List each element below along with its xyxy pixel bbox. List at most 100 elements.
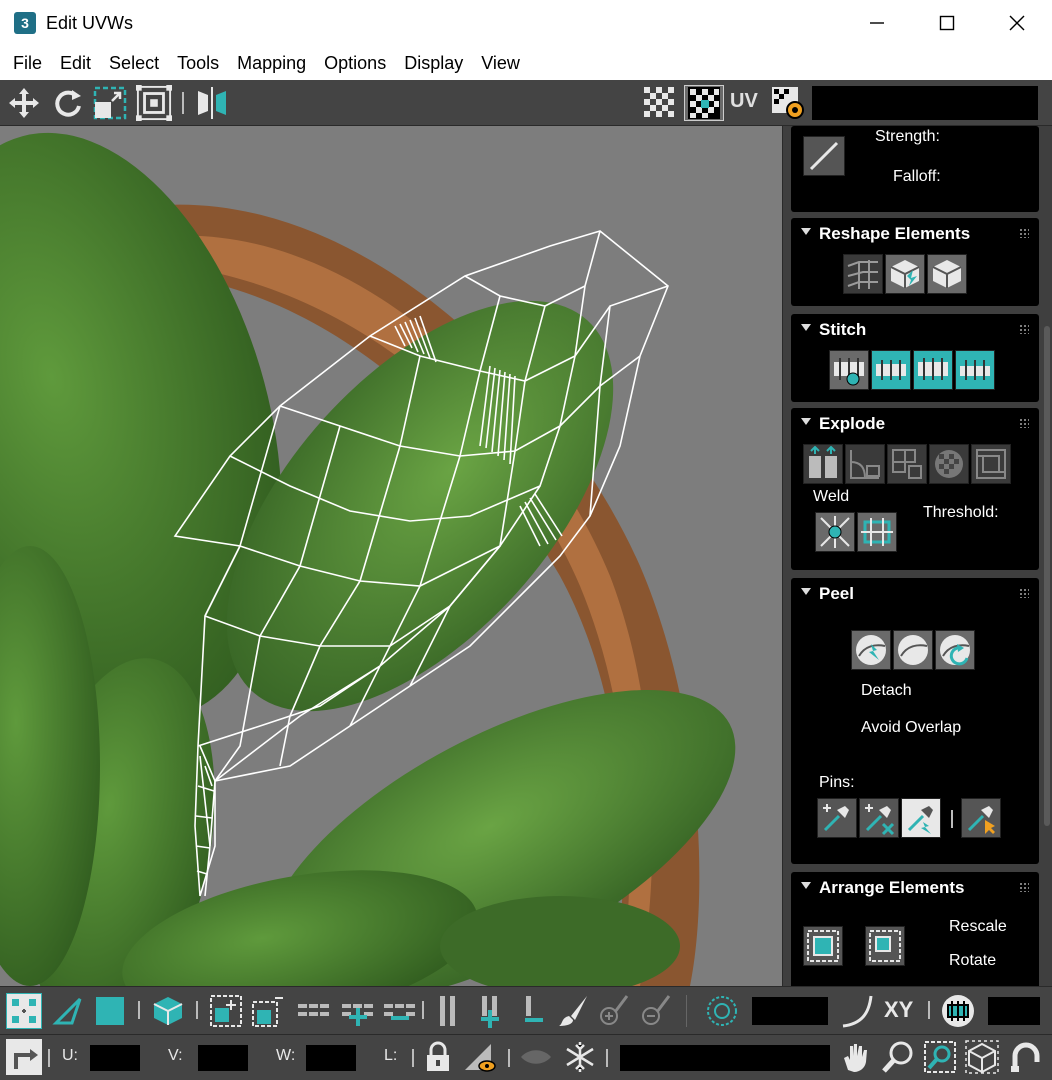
uv-toggle[interactable]: UV bbox=[730, 90, 758, 113]
select-pins-button[interactable] bbox=[961, 798, 1001, 838]
explode-title[interactable]: Explode bbox=[819, 414, 885, 434]
scale-button[interactable] bbox=[92, 85, 128, 121]
flatten-by-polygon-button[interactable] bbox=[887, 444, 927, 484]
weld-selected-button[interactable] bbox=[857, 512, 897, 552]
edge-mode-button[interactable] bbox=[50, 993, 86, 1029]
v-field[interactable] bbox=[198, 1045, 248, 1071]
transform-mode-button[interactable] bbox=[6, 1039, 42, 1075]
grip-icon[interactable] bbox=[1019, 228, 1029, 238]
zoom-button[interactable] bbox=[880, 1039, 916, 1075]
zoom-region-button[interactable] bbox=[922, 1039, 958, 1075]
pack-normalize-button[interactable] bbox=[865, 926, 905, 966]
straighten-button[interactable] bbox=[843, 254, 883, 294]
grip-icon[interactable] bbox=[1019, 882, 1029, 892]
coordinate-value-field[interactable] bbox=[988, 997, 1040, 1025]
move-button[interactable] bbox=[6, 85, 42, 121]
loop-shrink-button[interactable] bbox=[382, 993, 418, 1029]
paint-select-button[interactable] bbox=[556, 993, 592, 1029]
falloff-curve-button[interactable] bbox=[840, 993, 876, 1029]
maximize-button[interactable] bbox=[912, 0, 982, 46]
peel-title[interactable]: Peel bbox=[819, 584, 854, 604]
freeze-button[interactable] bbox=[562, 1039, 598, 1075]
ring-shrink-button[interactable] bbox=[516, 993, 552, 1029]
menu-display[interactable]: Display bbox=[395, 53, 472, 74]
detach-label[interactable]: Detach bbox=[861, 682, 912, 700]
filter-selected-button[interactable] bbox=[462, 1039, 498, 1075]
paint-shrink-button[interactable] bbox=[638, 993, 674, 1029]
flatten-by-angle-button[interactable] bbox=[845, 444, 885, 484]
panel-scrollbar[interactable] bbox=[1044, 326, 1050, 826]
vertex-mode-button[interactable] bbox=[6, 993, 42, 1029]
relax-settings-button[interactable] bbox=[927, 254, 967, 294]
checker-texture-button[interactable] bbox=[684, 85, 724, 121]
coordinate-space-button[interactable] bbox=[940, 993, 976, 1029]
menu-edit[interactable]: Edit bbox=[51, 53, 100, 74]
collapse-triangle-icon[interactable] bbox=[801, 418, 811, 425]
lock-button[interactable] bbox=[420, 1039, 456, 1075]
mirror-button[interactable] bbox=[194, 85, 230, 121]
reset-peel-button[interactable] bbox=[935, 630, 975, 670]
soft-select-value-field[interactable] bbox=[752, 997, 828, 1025]
top-right-field[interactable] bbox=[812, 86, 1038, 120]
stitch-source-button[interactable] bbox=[871, 350, 911, 390]
u-field[interactable] bbox=[90, 1045, 140, 1071]
grip-icon[interactable] bbox=[1019, 324, 1029, 334]
hide-button[interactable] bbox=[518, 1039, 554, 1075]
brush-button[interactable] bbox=[803, 136, 845, 176]
settings-button[interactable] bbox=[770, 85, 806, 121]
flatten-by-material-button[interactable] bbox=[929, 444, 969, 484]
collapse-triangle-icon[interactable] bbox=[801, 588, 811, 595]
quick-peel-button[interactable] bbox=[851, 630, 891, 670]
flatten-by-smoothing-button[interactable] bbox=[971, 444, 1011, 484]
uv-editor-canvas[interactable] bbox=[0, 126, 782, 986]
peel-mode-button[interactable] bbox=[893, 630, 933, 670]
reshape-elements-title[interactable]: Reshape Elements bbox=[819, 224, 970, 244]
weld-target-button[interactable] bbox=[815, 512, 855, 552]
checker-grid-button[interactable] bbox=[642, 85, 678, 121]
collapse-triangle-icon[interactable] bbox=[801, 324, 811, 331]
stitch-target-button[interactable] bbox=[955, 350, 995, 390]
pan-button[interactable] bbox=[838, 1039, 874, 1075]
unpin-button[interactable] bbox=[859, 798, 899, 838]
grow-selection-button[interactable] bbox=[208, 993, 244, 1029]
minimize-button[interactable] bbox=[842, 0, 912, 46]
grip-icon[interactable] bbox=[1019, 588, 1029, 598]
w-field[interactable] bbox=[306, 1045, 356, 1071]
stitch-average-button[interactable] bbox=[913, 350, 953, 390]
ring-button[interactable] bbox=[430, 993, 466, 1029]
status-field[interactable] bbox=[620, 1045, 830, 1071]
loop-button[interactable] bbox=[296, 993, 332, 1029]
collapse-triangle-icon[interactable] bbox=[801, 228, 811, 235]
rescale-label[interactable]: Rescale bbox=[949, 918, 1007, 936]
paint-grow-button[interactable] bbox=[596, 993, 632, 1029]
element-mode-button[interactable] bbox=[150, 993, 186, 1029]
face-mode-button[interactable] bbox=[92, 993, 128, 1029]
rotate-button[interactable] bbox=[50, 85, 86, 121]
ring-grow-button[interactable] bbox=[472, 993, 508, 1029]
soft-select-button[interactable] bbox=[704, 993, 740, 1029]
menu-mapping[interactable]: Mapping bbox=[228, 53, 315, 74]
menu-options[interactable]: Options bbox=[315, 53, 395, 74]
coordinate-space-toggle[interactable]: XY bbox=[884, 997, 913, 1023]
collapse-triangle-icon[interactable] bbox=[801, 882, 811, 889]
menu-tools[interactable]: Tools bbox=[168, 53, 228, 74]
avoid-overlap-label[interactable]: Avoid Overlap bbox=[861, 719, 961, 737]
stitch-title[interactable]: Stitch bbox=[819, 320, 866, 340]
rotate-label[interactable]: Rotate bbox=[949, 952, 996, 970]
snap-button[interactable] bbox=[1008, 1039, 1044, 1075]
zoom-extents-button[interactable] bbox=[964, 1039, 1000, 1075]
stitch-custom-button[interactable] bbox=[829, 350, 869, 390]
menu-select[interactable]: Select bbox=[100, 53, 168, 74]
uv-viewport[interactable] bbox=[0, 126, 782, 986]
relax-button[interactable] bbox=[885, 254, 925, 294]
pin-button[interactable] bbox=[817, 798, 857, 838]
shrink-selection-button[interactable] bbox=[250, 993, 286, 1029]
menu-view[interactable]: View bbox=[472, 53, 529, 74]
auto-pin-button[interactable] bbox=[901, 798, 941, 838]
close-button[interactable] bbox=[982, 0, 1052, 46]
grip-icon[interactable] bbox=[1019, 418, 1029, 428]
arrange-elements-title[interactable]: Arrange Elements bbox=[819, 878, 965, 898]
loop-grow-button[interactable] bbox=[340, 993, 376, 1029]
break-button[interactable] bbox=[803, 444, 843, 484]
freeform-button[interactable] bbox=[136, 85, 172, 121]
